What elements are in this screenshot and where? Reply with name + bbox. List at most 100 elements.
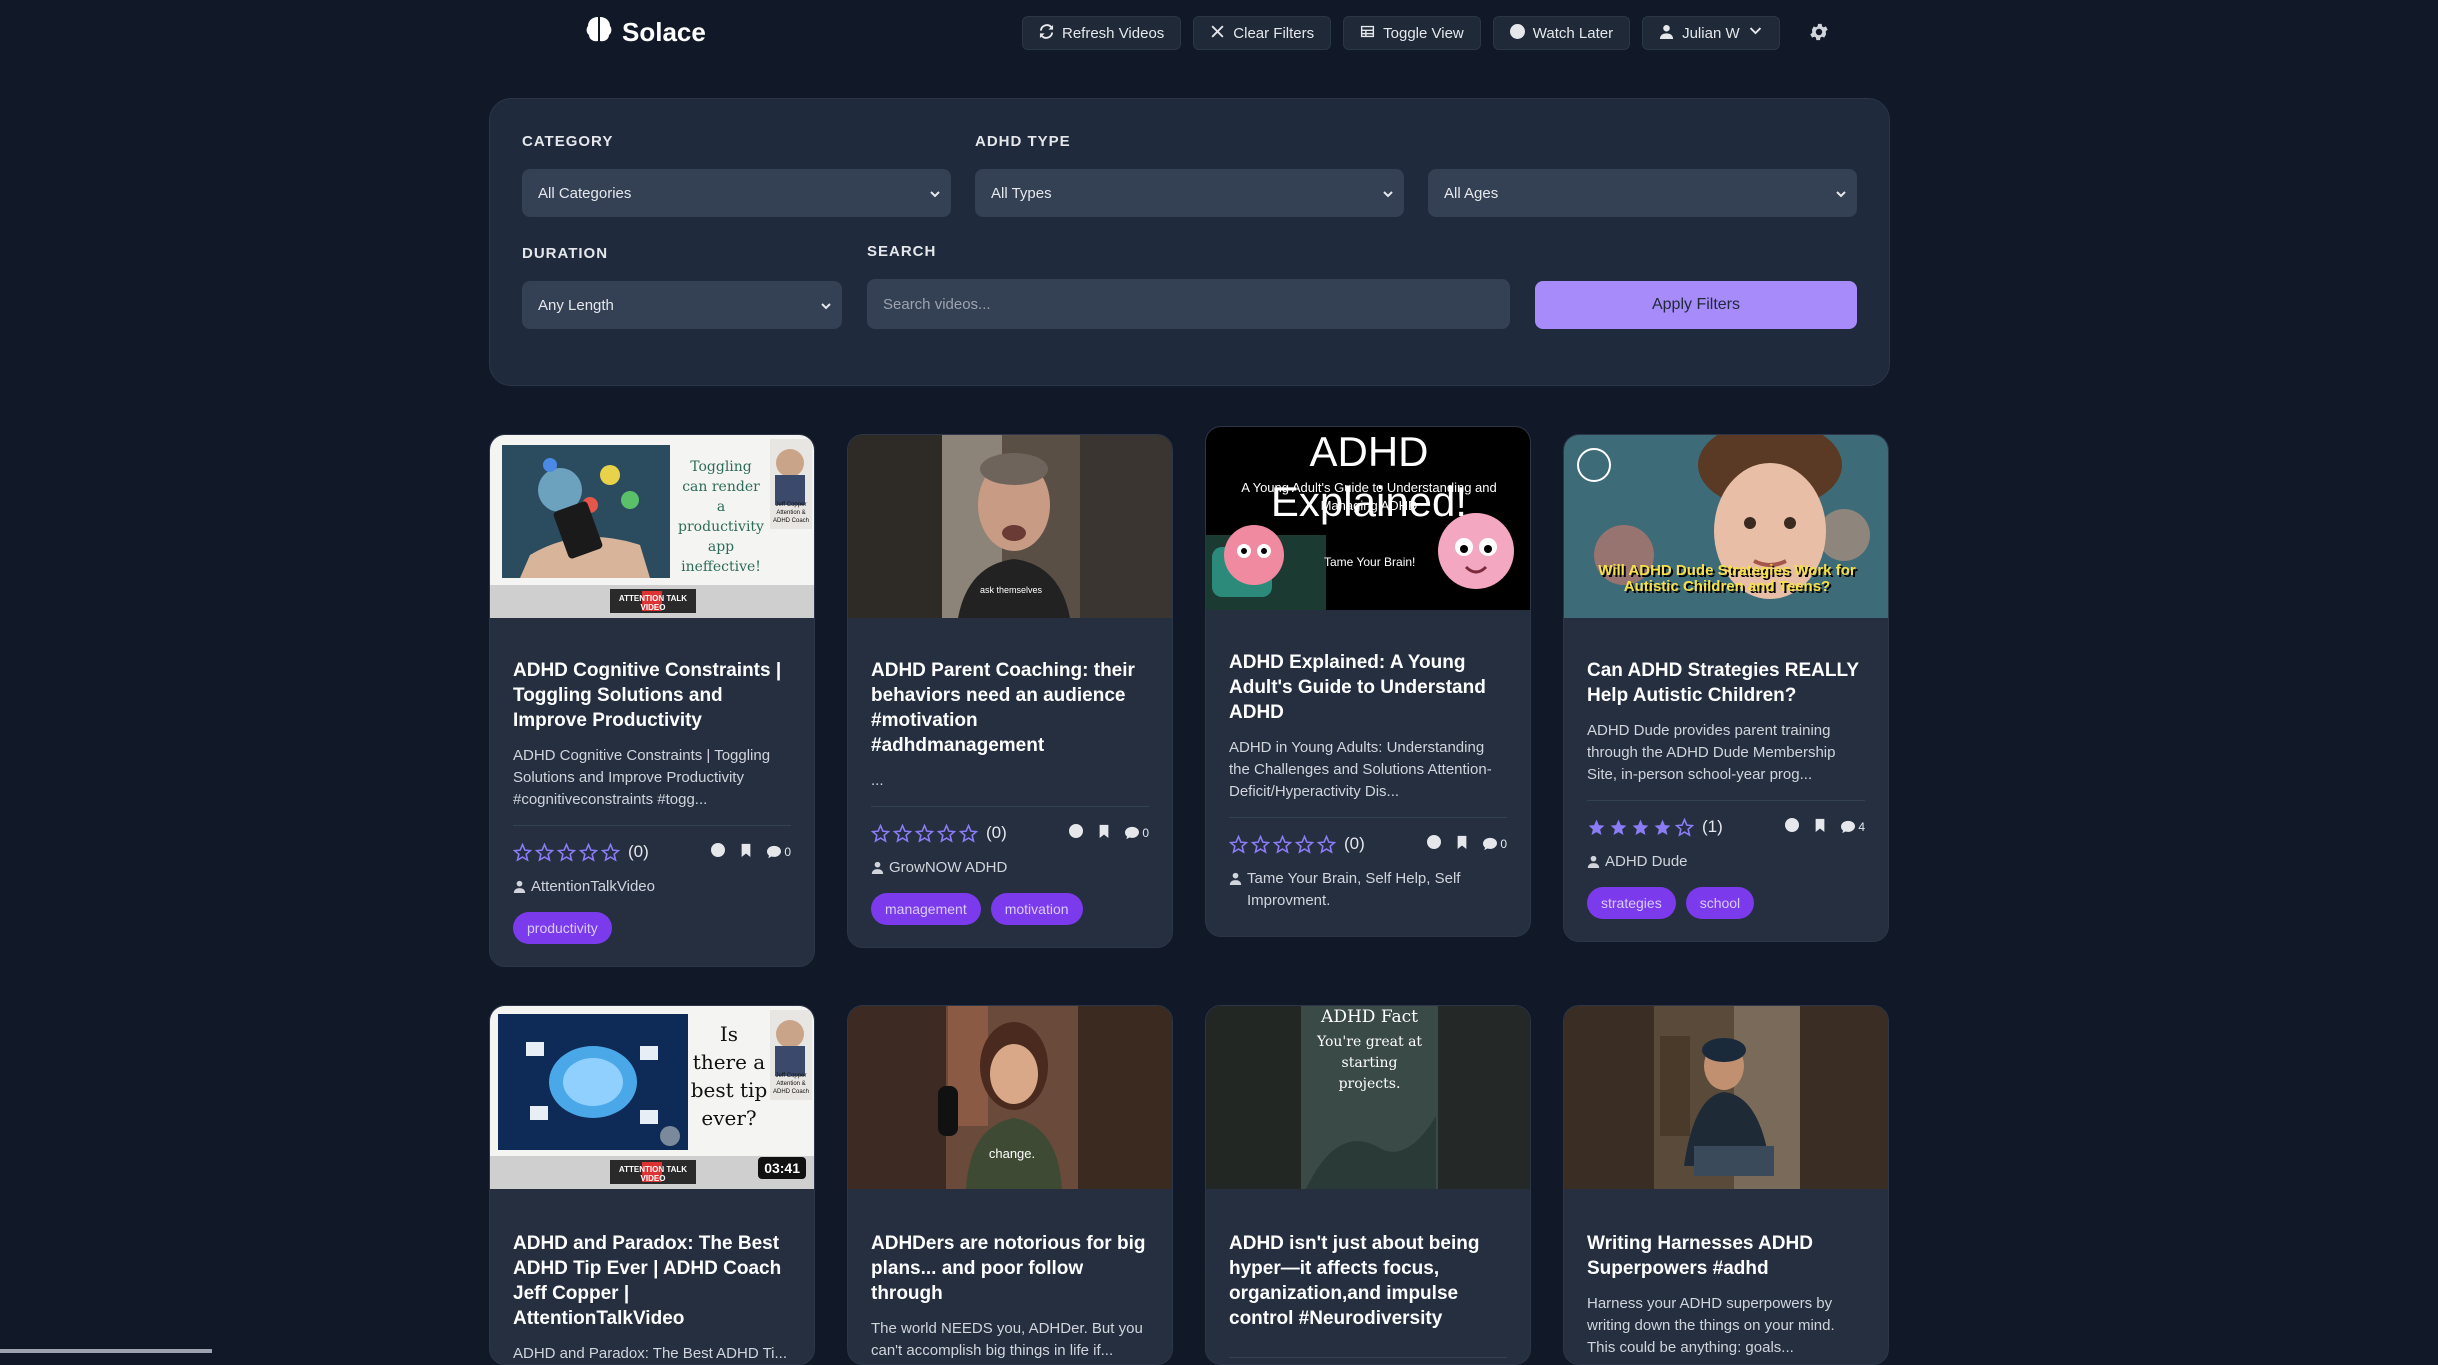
age-select[interactable]: All Ages — [1428, 169, 1857, 217]
video-thumbnail[interactable]: ADHD Fact You're great at starting proje… — [1206, 1006, 1530, 1189]
tag-chip[interactable]: strategies — [1587, 887, 1676, 919]
brand-logo[interactable]: Solace — [586, 14, 706, 50]
video-title[interactable]: Writing Harnesses ADHD Superpowers #adhd — [1587, 1231, 1865, 1281]
video-card[interactable]: ask themselves ADHD Parent Coaching: the… — [847, 434, 1173, 948]
refresh-label: Refresh Videos — [1062, 24, 1165, 42]
tag-chip[interactable]: management — [871, 893, 981, 925]
adhd-type-select[interactable]: All Types — [975, 169, 1404, 217]
video-title[interactable]: ADHD Parent Coaching: their behaviors ne… — [871, 658, 1149, 758]
star-rating[interactable] — [1587, 817, 1694, 837]
star-empty-icon — [1273, 834, 1292, 854]
video-description: ... — [871, 770, 1149, 807]
video-title[interactable]: Can ADHD Strategies REALLY Help Autistic… — [1587, 658, 1865, 708]
star-empty-icon — [579, 842, 598, 862]
comments-button[interactable]: 0 — [1483, 837, 1507, 851]
category-value: All Categories — [538, 184, 632, 202]
rating-row: (0) 0 — [513, 840, 791, 864]
refresh-videos-button[interactable]: Refresh Videos — [1022, 16, 1182, 50]
tag-chip[interactable]: school — [1685, 887, 1755, 919]
duration-select[interactable]: Any Length — [522, 281, 842, 329]
bookmark-icon[interactable] — [1455, 835, 1469, 854]
duration-label: DURATION — [522, 245, 609, 262]
star-empty-icon — [893, 823, 912, 843]
user-icon — [513, 880, 526, 893]
star-rating[interactable] — [871, 823, 978, 843]
rating-row: (1) 4 — [1587, 815, 1865, 839]
author-name: ADHD Dude — [1605, 853, 1688, 870]
video-author[interactable]: ADHD Dude — [1587, 851, 1865, 873]
watch-later-label: Watch Later — [1532, 24, 1614, 42]
bookmark-icon[interactable] — [1813, 818, 1827, 837]
category-select[interactable]: All Categories — [522, 169, 951, 217]
video-title[interactable]: ADHD Cognitive Constraints | Toggling So… — [513, 658, 791, 733]
theme-settings-button[interactable] — [1808, 21, 1832, 45]
video-title[interactable]: ADHD isn't just about being hyper—it aff… — [1229, 1231, 1507, 1331]
author-name: GrowNOW ADHD — [889, 859, 1008, 876]
video-card[interactable]: Is there a best tip ever? Jeff Copper At… — [489, 1005, 815, 1365]
clear-filters-button[interactable]: Clear Filters — [1193, 16, 1332, 50]
rating-row: (0) 0 — [1229, 832, 1507, 856]
comments-button[interactable]: 0 — [767, 845, 791, 859]
star-rating[interactable] — [513, 842, 620, 862]
star-rating[interactable] — [1229, 834, 1336, 854]
video-card[interactable]: Will ADHD Dude Strategies Work for Autis… — [1563, 434, 1889, 942]
apply-filters-button[interactable]: Apply Filters — [1535, 281, 1857, 329]
video-card[interactable]: ADHD Fact You're great at starting proje… — [1205, 1005, 1531, 1365]
watch-later-icon[interactable] — [1785, 817, 1800, 837]
chevron-down-icon — [820, 299, 832, 311]
watch-later-icon[interactable] — [1427, 834, 1442, 854]
video-thumbnail[interactable]: ADHD Explained! A Young Adult's Guide to… — [1206, 427, 1530, 610]
video-author[interactable]: Tame Your Brain, Self Help, Self Improvm… — [1229, 868, 1507, 912]
tag-chip[interactable]: motivation — [990, 893, 1083, 925]
adhd-type-label: ADHD TYPE — [975, 133, 1071, 150]
video-author[interactable]: GrowNOW ADHD — [871, 857, 1149, 879]
user-menu-button[interactable]: Julian W — [1642, 16, 1780, 50]
bookmark-icon[interactable] — [1097, 824, 1111, 843]
filter-panel: CATEGORY All Categories ADHD TYPE All Ty… — [489, 98, 1890, 386]
video-title[interactable]: ADHD and Paradox: The Best ADHD Tip Ever… — [513, 1231, 791, 1331]
watch-later-button[interactable]: Watch Later — [1492, 16, 1631, 50]
video-title[interactable]: ADHD Explained: A Young Adult's Guide to… — [1229, 650, 1507, 725]
author-name: AttentionTalkVideo — [531, 878, 655, 895]
video-title[interactable]: ADHDers are notorious for big plans... a… — [871, 1231, 1149, 1306]
rating-count: (0) — [1344, 834, 1365, 853]
top-bar: Solace Refresh Videos Clear Filters Togg… — [0, 0, 2438, 64]
video-author[interactable]: AttentionTalkVideo — [513, 876, 791, 898]
video-card[interactable]: change. ADHDers are notorious for big pl… — [847, 1005, 1173, 1365]
bookmark-icon[interactable] — [739, 843, 753, 862]
table-icon — [1360, 24, 1375, 43]
toggle-view-button[interactable]: Toggle View — [1343, 16, 1481, 50]
watch-later-icon[interactable] — [1069, 823, 1084, 843]
comments-button[interactable]: 0 — [1125, 826, 1149, 840]
video-card[interactable]: Writing Harnesses ADHD Superpowers #adhd… — [1563, 1005, 1889, 1365]
author-name: Tame Your Brain, Self Help, Self Improvm… — [1247, 870, 1461, 909]
thumbnail-caption: change. — [988, 1146, 1036, 1161]
comment-icon — [1483, 837, 1498, 851]
video-card[interactable]: ADHD Explained! A Young Adult's Guide to… — [1205, 426, 1531, 937]
comment-count: 0 — [1142, 826, 1149, 840]
video-card[interactable]: Toggling can render a productivity app i… — [489, 434, 815, 967]
comment-icon — [1125, 826, 1140, 840]
video-thumbnail[interactable]: change. — [848, 1006, 1172, 1189]
thumbnail-text: ADHD Fact You're great at starting proje… — [1316, 1007, 1423, 1092]
tag-chip[interactable]: productivity — [513, 912, 612, 944]
video-thumbnail[interactable]: Will ADHD Dude Strategies Work for Autis… — [1564, 435, 1888, 618]
star-empty-icon — [535, 842, 554, 862]
tag-list: productivity — [513, 912, 791, 944]
star-empty-icon — [959, 823, 978, 843]
star-empty-icon — [557, 842, 576, 862]
video-thumbnail[interactable]: ask themselves — [848, 435, 1172, 618]
brain-icon — [586, 15, 612, 50]
rating-count: (0) — [986, 823, 1007, 842]
rating-count: (1) — [1702, 817, 1723, 836]
video-thumbnail[interactable]: Is there a best tip ever? Jeff Copper At… — [490, 1006, 814, 1189]
comments-button[interactable]: 4 — [1841, 820, 1865, 834]
rating-count: (0) — [628, 842, 649, 861]
video-thumbnail[interactable]: Toggling can render a productivity app i… — [490, 435, 814, 618]
watch-later-icon[interactable] — [711, 842, 726, 862]
star-empty-icon — [1229, 834, 1248, 854]
search-input[interactable] — [867, 279, 1510, 329]
video-thumbnail[interactable] — [1564, 1006, 1888, 1189]
comment-icon — [1841, 820, 1856, 834]
search-label: SEARCH — [867, 243, 937, 260]
